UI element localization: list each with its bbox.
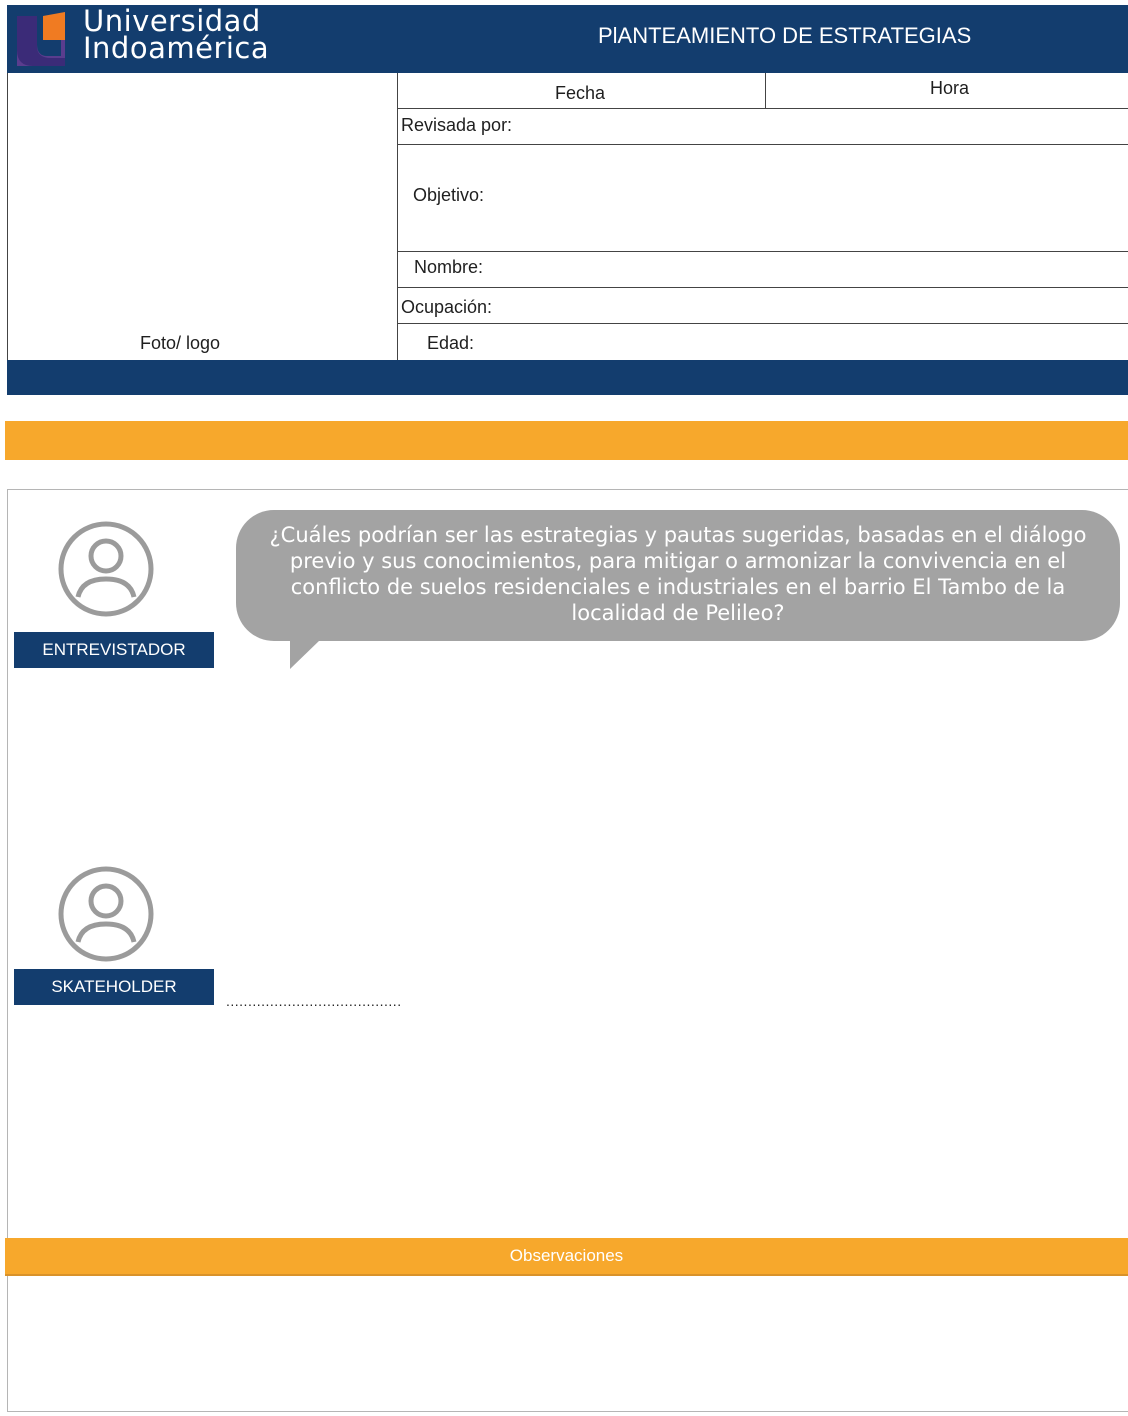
hora-label: Hora — [930, 78, 970, 98]
user-circle-icon — [58, 521, 154, 617]
user-circle-icon — [58, 866, 154, 962]
stakeholder-role-tag: SKATEHOLDER — [14, 969, 214, 1005]
row-divider — [397, 287, 1128, 288]
edad-label: Edad: — [427, 333, 475, 353]
university-name: Universidad Indoamérica — [83, 7, 270, 65]
document-title: PlANTEAMIENTO DE ESTRATEGIAS — [598, 23, 972, 48]
interviewer-role-tag: ENTREVISTADOR — [14, 632, 214, 668]
nombre-label: Nombre: — [414, 257, 484, 277]
photo-cell — [7, 73, 398, 360]
row-divider — [397, 251, 1128, 252]
row-divider — [397, 108, 1128, 109]
ocupacion-label: Ocupación: — [401, 297, 493, 317]
question-speech-bubble: ¿Cuáles podrían ser las estrategias y pa… — [236, 510, 1120, 641]
answer-placeholder: ........................................ — [226, 993, 402, 1009]
question-text: ¿Cuáles podrían ser las estrategias y pa… — [269, 523, 1087, 625]
objetivo-label: Objetivo: — [413, 185, 485, 205]
photo-label: Foto/ logo — [140, 333, 221, 353]
orange-divider-band — [5, 421, 1128, 460]
fecha-hora-divider — [765, 73, 766, 109]
fecha-label: Fecha — [555, 83, 606, 103]
observations-box — [7, 1276, 1128, 1412]
navy-divider-band — [7, 360, 1128, 395]
row-divider — [397, 323, 1128, 324]
speech-bubble-tail — [290, 640, 320, 669]
revisada-label: Revisada por: — [401, 115, 513, 135]
university-logo-icon — [15, 10, 67, 66]
university-name-line2: Indoamérica — [83, 31, 270, 65]
observations-title: Observaciones — [509, 1246, 624, 1265]
observations-header: Observaciones — [5, 1238, 1128, 1276]
row-divider — [397, 144, 1128, 145]
